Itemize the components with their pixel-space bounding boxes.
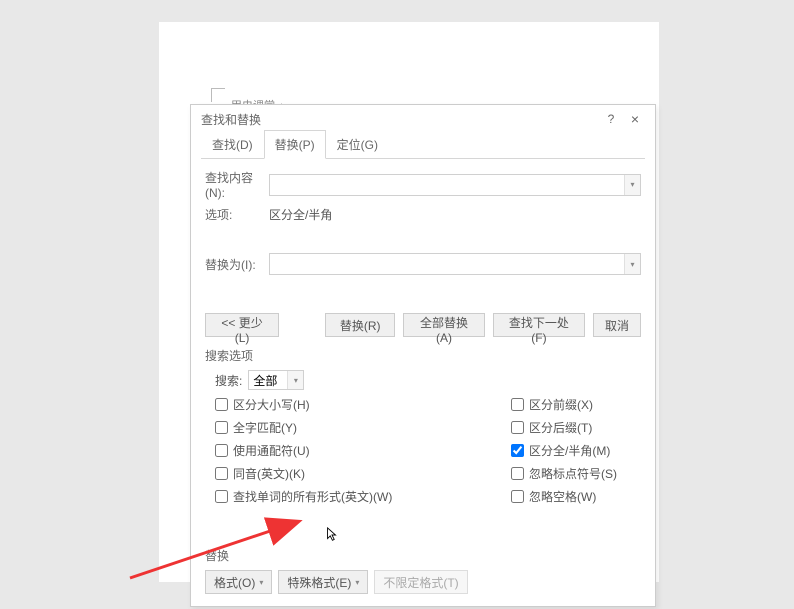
search-direction-select[interactable] xyxy=(248,370,304,390)
search-direction-label: 搜索: xyxy=(215,372,242,389)
dialog-title: 查找和替换 xyxy=(201,111,599,128)
checkbox-whole-word[interactable]: 全字匹配(Y) xyxy=(215,419,511,436)
replace-all-button[interactable]: 全部替换(A) xyxy=(403,313,485,337)
checkbox-match-case[interactable]: 区分大小写(H) xyxy=(215,396,511,413)
find-what-input[interactable] xyxy=(269,174,641,196)
replace-with-label: 替换为(I): xyxy=(205,256,269,273)
format-button[interactable]: 格式(O)▾ xyxy=(205,570,272,594)
find-next-button[interactable]: 查找下一处(F) xyxy=(493,313,585,337)
chevron-down-icon: ▾ xyxy=(259,578,263,587)
less-button[interactable]: << 更少(L) xyxy=(205,313,279,337)
cancel-button[interactable]: 取消 xyxy=(593,313,641,337)
options-value: 区分全/半角 xyxy=(269,206,332,223)
close-button[interactable]: × xyxy=(623,109,647,129)
checkbox-sounds-like[interactable]: 同音(英文)(K) xyxy=(215,465,511,482)
checkbox-all-word-forms[interactable]: 查找单词的所有形式(英文)(W) xyxy=(215,488,511,505)
margin-corner xyxy=(211,88,225,102)
find-replace-dialog: 查找和替换 ? × 查找(D) 替换(P) 定位(G) 查找内容(N): ▾ 选… xyxy=(190,104,656,607)
replace-section-label: 替换 xyxy=(205,547,641,564)
checkbox-column-left: 区分大小写(H) 全字匹配(Y) 使用通配符(U) 同音(英文)(K) 查找单词… xyxy=(215,396,511,505)
special-format-button[interactable]: 特殊格式(E)▾ xyxy=(278,570,368,594)
checkbox-ignore-punct[interactable]: 忽略标点符号(S) xyxy=(511,465,641,482)
replace-button[interactable]: 替换(R) xyxy=(325,313,395,337)
search-options-label: 搜索选项 xyxy=(191,343,655,368)
replace-with-input[interactable] xyxy=(269,253,641,275)
chevron-down-icon: ▾ xyxy=(355,578,359,587)
tab-find[interactable]: 查找(D) xyxy=(201,130,264,158)
tab-goto[interactable]: 定位(G) xyxy=(326,130,389,158)
checkbox-match-suffix[interactable]: 区分后缀(T) xyxy=(511,419,641,436)
checkbox-wildcards[interactable]: 使用通配符(U) xyxy=(215,442,511,459)
tab-replace[interactable]: 替换(P) xyxy=(264,130,326,159)
checkbox-full-half-width[interactable]: 区分全/半角(M) xyxy=(511,442,641,459)
no-formatting-button[interactable]: 不限定格式(T) xyxy=(374,570,467,594)
dialog-tabs: 查找(D) 替换(P) 定位(G) xyxy=(201,133,645,159)
dialog-titlebar[interactable]: 查找和替换 ? × xyxy=(191,105,655,133)
checkbox-column-right: 区分前缀(X) 区分后缀(T) 区分全/半角(M) 忽略标点符号(S) 忽略空格… xyxy=(511,396,641,505)
find-what-label: 查找内容(N): xyxy=(205,169,269,200)
help-button[interactable]: ? xyxy=(599,109,623,129)
checkbox-match-prefix[interactable]: 区分前缀(X) xyxy=(511,396,641,413)
checkbox-ignore-space[interactable]: 忽略空格(W) xyxy=(511,488,641,505)
options-label: 选项: xyxy=(205,206,269,223)
